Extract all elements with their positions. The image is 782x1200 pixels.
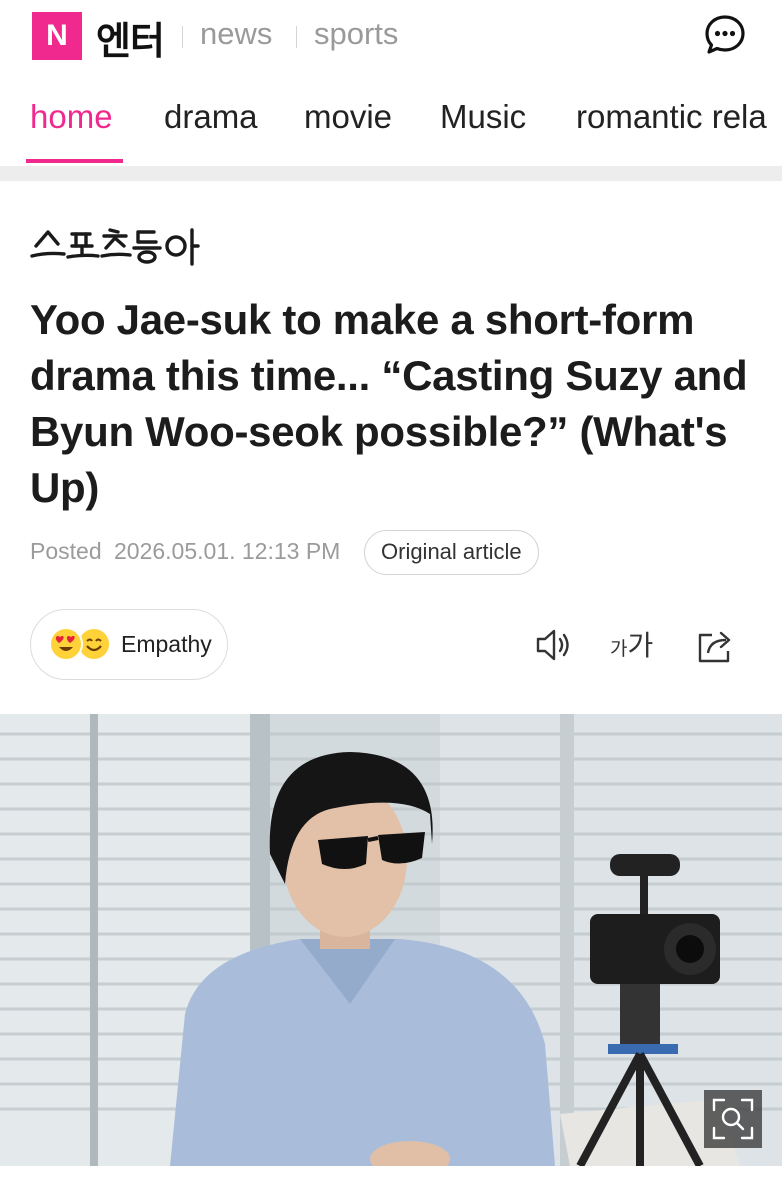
article-headline: Yoo Jae-suk to make a short-form drama t… bbox=[30, 296, 748, 511]
zoom-search-icon[interactable] bbox=[704, 1090, 762, 1148]
font-size-button[interactable]: 가가 bbox=[610, 624, 653, 664]
tab-drama[interactable]: drama bbox=[164, 98, 258, 136]
speaker-icon[interactable] bbox=[534, 625, 574, 665]
section-link-news[interactable]: news bbox=[200, 16, 272, 52]
empathy-label: Empathy bbox=[121, 631, 212, 657]
section-link-sports[interactable]: sports bbox=[314, 16, 398, 52]
posted-label: Posted bbox=[30, 538, 102, 564]
divider bbox=[182, 26, 183, 48]
tab-movie[interactable]: movie bbox=[304, 98, 392, 136]
tab-home[interactable]: home bbox=[30, 98, 113, 136]
tab-romantic-relationship[interactable]: romantic rela bbox=[576, 98, 767, 136]
posted-date: 2026.05.01. 12:13 PM bbox=[114, 538, 341, 564]
section-divider bbox=[0, 166, 782, 181]
font-size-small-label: 가 bbox=[610, 639, 628, 660]
article-meta: Posted 2026.05.01. 12:13 PM bbox=[30, 538, 340, 565]
brand-title[interactable]: 엔터 bbox=[96, 10, 165, 65]
tab-music[interactable]: Music bbox=[440, 98, 526, 136]
chat-bubble-icon[interactable] bbox=[704, 14, 746, 56]
empathy-button[interactable]: Empathy bbox=[30, 609, 228, 680]
font-size-large-label: 가 bbox=[627, 630, 654, 661]
top-bar: N 엔터 news sports bbox=[0, 0, 782, 78]
original-article-button[interactable]: Original article bbox=[364, 530, 539, 575]
article-photo[interactable] bbox=[0, 714, 782, 1166]
divider bbox=[296, 26, 297, 48]
share-icon[interactable] bbox=[696, 625, 736, 665]
publisher-logo[interactable] bbox=[30, 226, 200, 266]
heart-eyes-emoji-icon bbox=[49, 627, 83, 661]
category-tabs: home drama movie Music romantic rela bbox=[0, 78, 782, 166]
naver-logo[interactable]: N bbox=[32, 12, 82, 60]
active-tab-indicator bbox=[26, 159, 123, 163]
